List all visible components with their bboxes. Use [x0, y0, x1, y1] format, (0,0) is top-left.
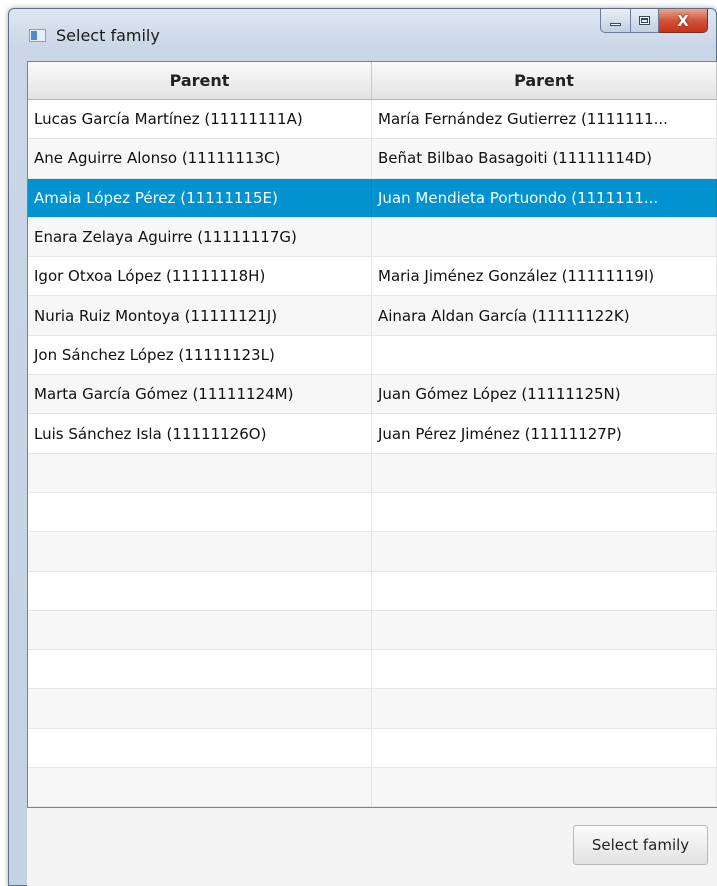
table-row[interactable]: Jon Sánchez López (11111123L) [28, 335, 717, 376]
empty-table-row [28, 492, 717, 533]
parent-2-cell [372, 610, 717, 650]
parent-1-cell[interactable]: Amaia López Pérez (11111115E) [28, 178, 372, 217]
parent-2-cell[interactable] [372, 217, 717, 257]
select-family-button[interactable]: Select family [573, 825, 708, 865]
empty-table-row [28, 768, 717, 807]
parent-2-cell[interactable]: Beñat Bilbao Basagoiti (11111114D) [372, 139, 717, 178]
table-row[interactable]: Marta García Gómez (11111124M) Juan Gómez… [28, 375, 717, 415]
app-icon [29, 29, 46, 42]
table-row[interactable]: Nuria Ruiz Montoya (11111121J) Ainara Ald… [28, 296, 717, 336]
parent-1-cell [28, 610, 372, 650]
parent-2-cell[interactable]: Juan Gómez López (11111125N) [372, 375, 717, 414]
empty-table-row [28, 571, 717, 611]
empty-table-row [28, 728, 717, 769]
table-header: Parent Parent [28, 62, 717, 100]
table-body: Lucas García Martínez (11111111A) María F… [28, 100, 717, 807]
table-row[interactable]: Lucas García Martínez (11111111A) María F… [28, 100, 717, 140]
window-frame: Select family X Parent Parent Lucas Garc… [8, 8, 717, 886]
parent-2-cell [372, 689, 717, 728]
parent-1-cell [28, 650, 372, 689]
minimize-icon [610, 23, 621, 26]
parent-2-cell [372, 768, 717, 807]
table-row[interactable]: Igor Otxoa López (11111118H) Maria Jiméne… [28, 257, 717, 297]
parent-1-cell [28, 689, 372, 728]
parent-1-cell [28, 453, 372, 492]
empty-table-row [28, 610, 717, 651]
empty-table-row [28, 689, 717, 729]
parent-1-cell[interactable]: Ane Aguirre Alonso (11111113C) [28, 139, 372, 178]
column-header-parent-2[interactable]: Parent [372, 62, 717, 99]
table-row[interactable]: Amaia López Pérez (11111115E) Juan Mendie… [28, 178, 717, 218]
parent-1-cell [28, 492, 372, 532]
table-row[interactable]: Ane Aguirre Alonso (11111113C) Beñat Bilb… [28, 139, 717, 179]
parent-2-cell[interactable]: Ainara Aldan García (11111122K) [372, 296, 717, 335]
parent-1-cell[interactable]: Igor Otxoa López (11111118H) [28, 257, 372, 296]
maximize-button[interactable] [631, 9, 659, 33]
close-button[interactable]: X [659, 9, 708, 33]
parent-2-cell[interactable]: Maria Jiménez González (11111119I) [372, 257, 717, 296]
parent-1-cell[interactable]: Marta García Gómez (11111124M) [28, 375, 372, 414]
parent-1-cell[interactable]: Jon Sánchez López (11111123L) [28, 335, 372, 375]
close-icon: X [677, 11, 689, 30]
maximize-icon [639, 16, 650, 25]
parent-2-cell [372, 571, 717, 610]
parent-1-cell [28, 768, 372, 807]
parent-1-cell[interactable]: Lucas García Martínez (11111111A) [28, 100, 372, 139]
parent-2-cell [372, 492, 717, 532]
client-area: Parent Parent Lucas García Martínez (111… [27, 61, 717, 886]
parent-2-cell[interactable]: Juan Mendieta Portuondo (1111111... [372, 178, 717, 217]
window-title: Select family [56, 26, 160, 45]
parent-2-cell [372, 728, 717, 768]
parent-2-cell[interactable]: Juan Pérez Jiménez (11111127P) [372, 414, 717, 453]
parent-1-cell [28, 532, 372, 571]
parent-1-cell[interactable]: Nuria Ruiz Montoya (11111121J) [28, 296, 372, 335]
parent-2-cell [372, 532, 717, 571]
parent-1-cell[interactable]: Enara Zelaya Aguirre (11111117G) [28, 217, 372, 257]
parent-1-cell [28, 571, 372, 610]
title-bar[interactable]: Select family X [9, 9, 716, 59]
empty-table-row [28, 532, 717, 572]
column-header-parent-1[interactable]: Parent [28, 62, 372, 99]
caption-buttons: X [600, 9, 708, 33]
parent-2-cell[interactable]: María Fernández Gutierrez (1111111... [372, 100, 717, 139]
minimize-button[interactable] [600, 9, 631, 33]
parent-2-cell [372, 650, 717, 689]
parent-1-cell[interactable]: Luis Sánchez Isla (11111126O) [28, 414, 372, 453]
family-table[interactable]: Parent Parent Lucas García Martínez (111… [27, 61, 717, 808]
parent-2-cell[interactable] [372, 335, 717, 375]
parent-1-cell [28, 728, 372, 768]
empty-table-row [28, 650, 717, 690]
table-row[interactable]: Luis Sánchez Isla (11111126O) Juan Pérez … [28, 414, 717, 454]
table-row[interactable]: Enara Zelaya Aguirre (11111117G) [28, 217, 717, 258]
empty-table-row [28, 453, 717, 493]
parent-2-cell [372, 453, 717, 492]
